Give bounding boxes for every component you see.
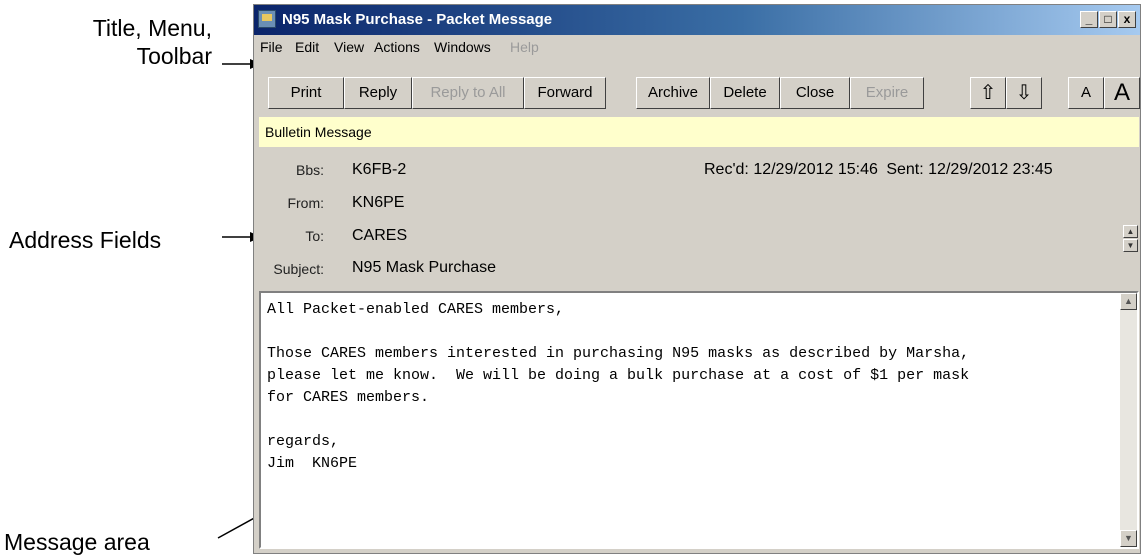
minimize-button[interactable]: _	[1080, 11, 1098, 28]
expire-button[interactable]: Expire	[850, 77, 924, 109]
menu-help[interactable]: Help	[510, 39, 539, 55]
from-label: From:	[287, 195, 324, 211]
delete-button[interactable]: Delete	[710, 77, 780, 109]
title-bar[interactable]: N95 Mask Purchase - Packet Message _ □ x	[254, 5, 1140, 35]
window-title: N95 Mask Purchase - Packet Message	[282, 11, 553, 28]
forward-button[interactable]: Forward	[524, 77, 606, 109]
previous-message-button[interactable]: ⇧	[970, 77, 1006, 109]
menu-file[interactable]: File	[260, 39, 283, 55]
menu-edit[interactable]: Edit	[295, 39, 319, 55]
subject-label: Subject:	[273, 261, 324, 277]
message-window: N95 Mask Purchase - Packet Message _ □ x F…	[253, 4, 1141, 554]
spinner-down-icon[interactable]: ▼	[1123, 239, 1138, 252]
sent-value: 12/29/2012 23:45	[928, 161, 1053, 178]
message-scrollbar[interactable]: ▲ ▼	[1120, 293, 1137, 547]
to-label: To:	[305, 228, 324, 244]
message-area[interactable]: All Packet-enabled CARES members, Those …	[259, 291, 1139, 549]
dates-row: Rec'd: 12/29/2012 15:46 Sent: 12/29/2012…	[704, 161, 1053, 179]
toolbar: Print Reply Reply to All Forward Archive…	[254, 57, 1140, 115]
recd-label: Rec'd:	[704, 161, 749, 178]
app-icon[interactable]	[258, 10, 276, 28]
close-window-button[interactable]: x	[1118, 11, 1136, 28]
message-body[interactable]: All Packet-enabled CARES members, Those …	[267, 299, 969, 475]
menu-bar: File Edit View Actions Windows Help	[254, 35, 1140, 57]
address-spinner[interactable]: ▲ ▼	[1123, 225, 1138, 254]
to-value: CARES	[352, 227, 408, 244]
recd-value: 12/29/2012 15:46	[753, 161, 878, 178]
next-message-button[interactable]: ⇩	[1006, 77, 1042, 109]
reply-button[interactable]: Reply	[344, 77, 412, 109]
reply-all-button[interactable]: Reply to All	[412, 77, 524, 109]
from-value: KN6PE	[352, 194, 405, 211]
message-type-banner: Bulletin Message	[259, 117, 1139, 147]
bbs-label: Bbs:	[295, 162, 324, 178]
print-button[interactable]: Print	[268, 77, 344, 109]
bbs-value: K6FB-2	[352, 161, 407, 178]
window-controls: _ □ x	[1079, 11, 1136, 28]
scroll-down-icon[interactable]: ▼	[1120, 530, 1137, 547]
font-smaller-button[interactable]: A	[1068, 77, 1104, 109]
sent-label: Sent:	[886, 161, 924, 178]
subject-value: N95 Mask Purchase	[352, 259, 497, 276]
menu-windows[interactable]: Windows	[434, 39, 491, 55]
close-button[interactable]: Close	[780, 77, 850, 109]
scroll-up-icon[interactable]: ▲	[1120, 293, 1137, 310]
menu-view[interactable]: View	[334, 39, 364, 55]
spinner-up-icon[interactable]: ▲	[1123, 225, 1138, 238]
maximize-button[interactable]: □	[1099, 11, 1117, 28]
archive-button[interactable]: Archive	[636, 77, 710, 109]
font-larger-button[interactable]: A	[1104, 77, 1140, 109]
menu-actions[interactable]: Actions	[374, 39, 420, 55]
